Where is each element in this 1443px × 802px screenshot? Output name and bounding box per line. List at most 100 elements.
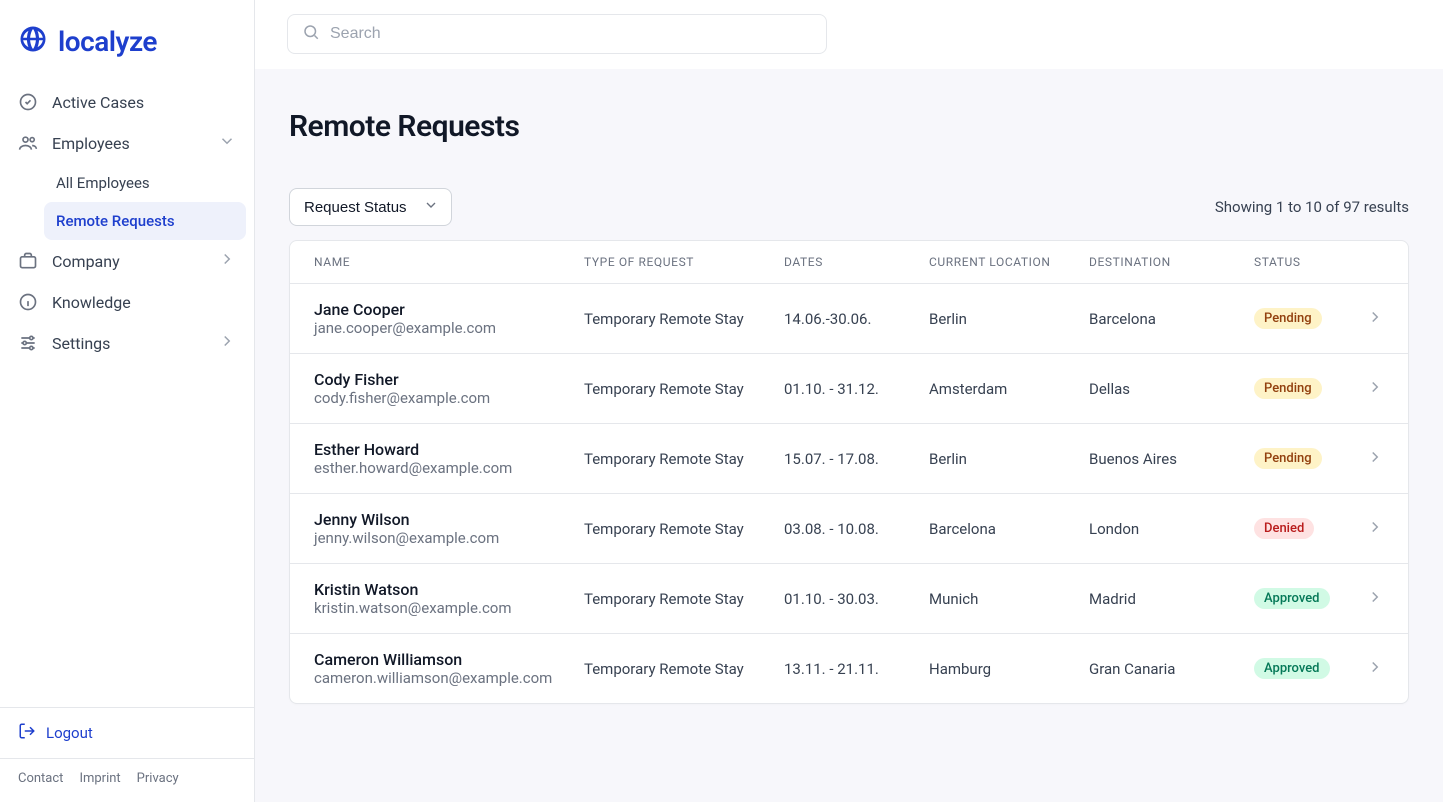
cell-destination: Gran Canaria [1089,660,1254,678]
brand-name: localyze [58,25,157,58]
cell-name: Esther Howardesther.howard@example.com [314,440,584,477]
nav-label: Employees [52,134,130,153]
table-row[interactable]: Esther Howardesther.howard@example.comTe… [290,424,1408,494]
table-header: NAME TYPE OF REQUEST DATES CURRENT LOCAT… [290,241,1408,284]
nav-remote-requests[interactable]: Remote Requests [44,202,246,240]
chevron-right-icon [1366,448,1384,470]
cell-dates: 01.10. - 30.03. [784,590,929,608]
cell-status: Pending [1254,308,1344,329]
nav-settings[interactable]: Settings [8,322,246,364]
cell-current-location: Berlin [929,450,1089,468]
logout-icon [18,722,36,744]
cell-current-location: Munich [929,590,1089,608]
nav-label: Company [52,252,120,271]
globe-icon [18,24,48,58]
cell-destination: London [1089,520,1254,538]
nav-knowledge[interactable]: Knowledge [8,282,246,322]
cell-type: Temporary Remote Stay [584,450,784,468]
employee-email: esther.howard@example.com [314,459,584,477]
cell-status: Approved [1254,588,1344,609]
clock-check-icon [18,92,38,112]
nav-employees-sub: All Employees Remote Requests [8,164,246,240]
employee-email: jane.cooper@example.com [314,319,584,337]
main: Remote Requests Request Status Showing 1… [255,0,1443,802]
table-body: Jane Cooperjane.cooper@example.com Tempor… [290,284,1408,703]
col-current: CURRENT LOCATION [929,255,1089,269]
cell-name: Cody Fishercody.fisher@example.com [314,370,584,407]
employee-email: cameron.williamson@example.com [314,669,584,687]
sliders-icon [18,333,38,353]
table-row[interactable]: Kristin Watsonkristin.watson@example.com… [290,564,1408,634]
employee-name: Esther Howard [314,440,584,459]
footer-contact[interactable]: Contact [18,771,63,786]
cell-destination: Barcelona [1089,310,1254,328]
cell-dates: 15.07. - 17.08. [784,450,929,468]
nav-label: Settings [52,334,110,353]
cell-dates: 01.10. - 31.12. [784,380,929,398]
nav-active-cases[interactable]: Active Cases [8,82,246,122]
table-row[interactable]: Cameron Williamsoncameron.williamson@exa… [290,634,1408,703]
employee-email: kristin.watson@example.com [314,599,584,617]
cell-status: Approved [1254,658,1344,679]
employee-email: cody.fisher@example.com [314,389,584,407]
cell-current-location: Berlin [929,310,1089,328]
chevron-right-icon [1366,378,1384,400]
briefcase-icon [18,251,38,271]
search-box[interactable] [287,14,827,54]
cell-name: Cameron Williamsoncameron.williamson@exa… [314,650,584,687]
col-status: STATUS [1254,255,1344,269]
logout-button[interactable]: Logout [0,708,254,758]
brand: localyze [0,0,254,78]
controls-row: Request Status Showing 1 to 10 of 97 res… [289,188,1409,226]
footer-links: Contact Imprint Privacy [0,758,254,802]
cell-name: Kristin Watsonkristin.watson@example.com [314,580,584,617]
nav-employees[interactable]: Employees [8,122,246,164]
cell-name: Jane Cooperjane.cooper@example.com [314,300,584,337]
cell-current-location: Hamburg [929,660,1089,678]
sidebar: localyze Active Cases Employees All Empl… [0,0,255,802]
footer-imprint[interactable]: Imprint [79,771,120,786]
status-badge: Approved [1254,588,1330,609]
nav-label: Knowledge [52,293,131,312]
results-count: Showing 1 to 10 of 97 results [1215,198,1409,216]
cell-type: Temporary Remote Stay [584,380,784,398]
sidebar-footer: Logout Contact Imprint Privacy [0,707,254,802]
cell-dates: 13.11. - 21.11. [784,660,929,678]
nav-company[interactable]: Company [8,240,246,282]
cell-current-location: Amsterdam [929,380,1089,398]
topbar [255,0,1443,69]
cell-type: Temporary Remote Stay [584,520,784,538]
employee-name: Jenny Wilson [314,510,584,529]
page-title: Remote Requests [289,109,1409,144]
table-row[interactable]: Cody Fishercody.fisher@example.comTempor… [290,354,1408,424]
col-destination: DESTINATION [1089,255,1254,269]
col-type: TYPE OF REQUEST [584,255,784,269]
cell-destination: Dellas [1089,380,1254,398]
cell-status: Pending [1254,378,1344,399]
footer-privacy[interactable]: Privacy [137,771,179,786]
table-row[interactable]: Jenny Wilsonjenny.wilson@example.comTemp… [290,494,1408,564]
cell-status: Denied [1254,518,1344,539]
filter-label: Request Status [304,199,407,216]
cell-status: Pending [1254,448,1344,469]
chevron-right-icon [1366,588,1384,610]
col-dates: DATES [784,255,929,269]
cell-dates: 03.08. - 10.08. [784,520,929,538]
nav-label: Active Cases [52,93,144,112]
cell-current-location: Barcelona [929,520,1089,538]
status-badge: Approved [1254,658,1330,679]
status-badge: Pending [1254,308,1322,329]
logout-label: Logout [46,724,93,742]
chevron-down-icon [218,132,236,154]
table-row[interactable]: Jane Cooperjane.cooper@example.comTempor… [290,284,1408,354]
search-input[interactable] [330,25,812,43]
status-badge: Pending [1254,378,1322,399]
employee-name: Cameron Williamson [314,650,584,669]
cell-type: Temporary Remote Stay [584,660,784,678]
filter-request-status[interactable]: Request Status [289,188,452,226]
requests-table: NAME TYPE OF REQUEST DATES CURRENT LOCAT… [289,240,1409,704]
chevron-right-icon [218,332,236,354]
employee-email: jenny.wilson@example.com [314,529,584,547]
search-icon [302,23,320,45]
nav-all-employees[interactable]: All Employees [44,164,246,202]
